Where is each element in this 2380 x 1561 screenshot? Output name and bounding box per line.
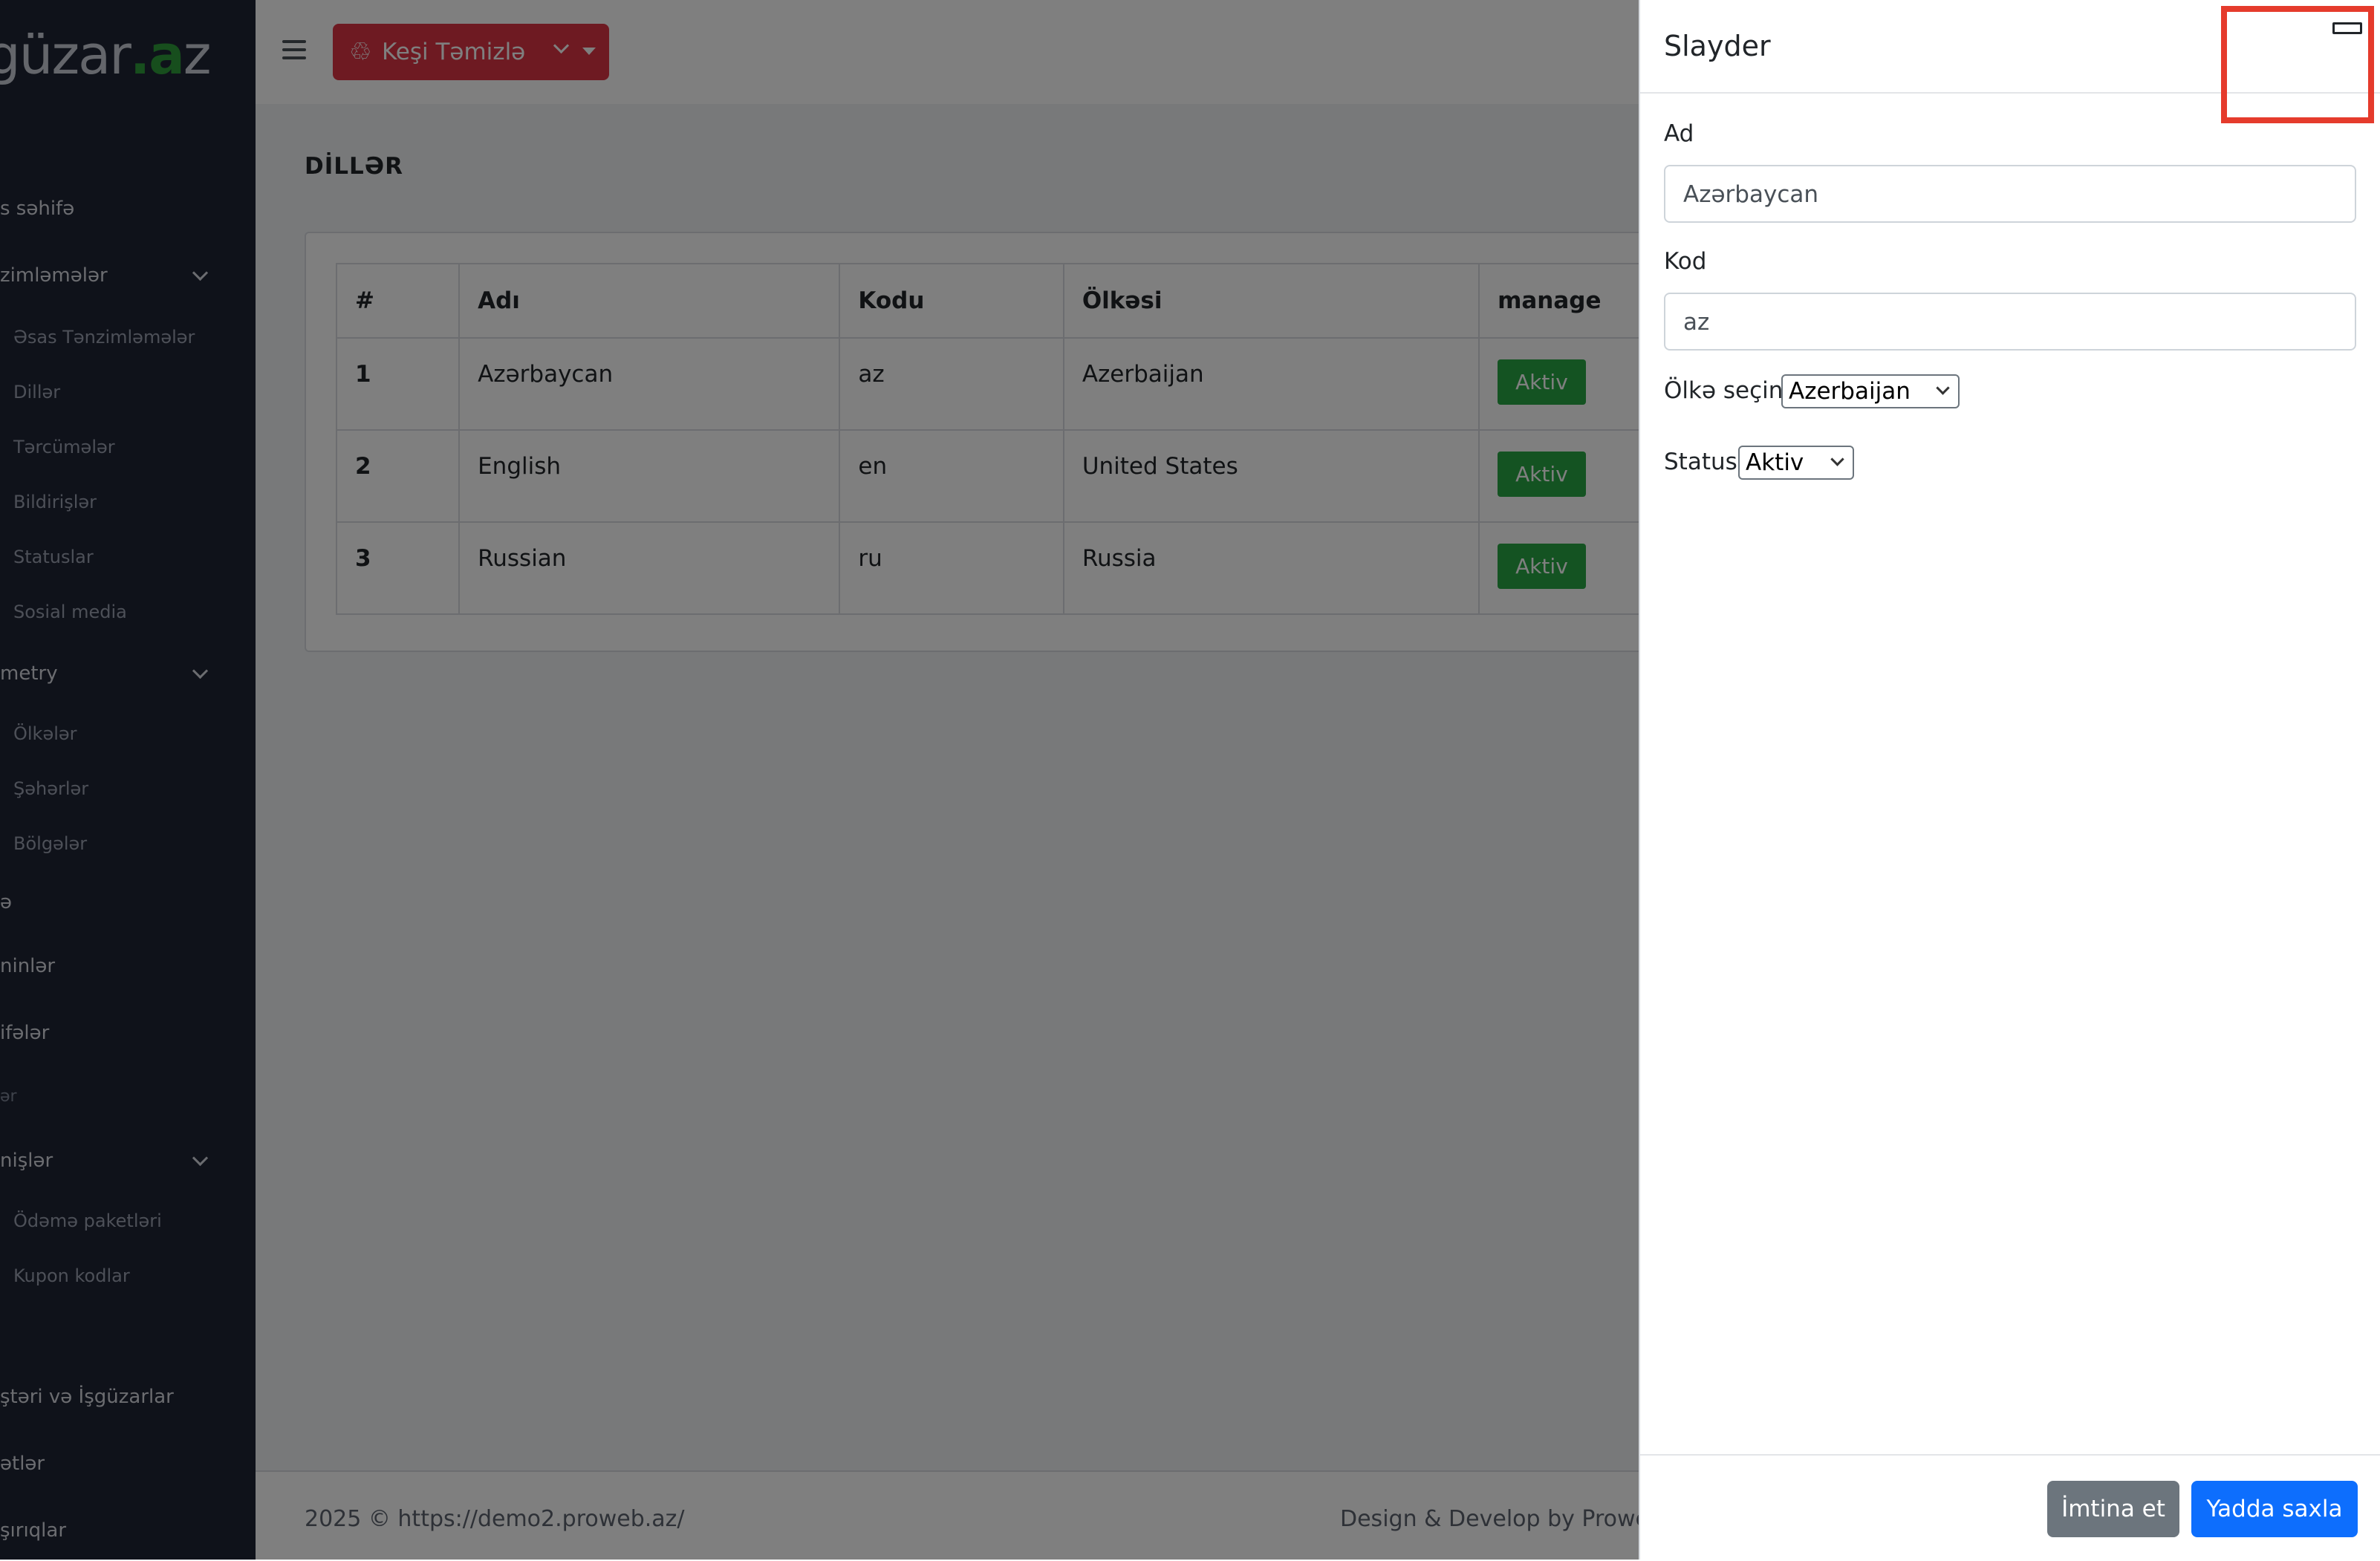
highlight-box [2221,6,2374,123]
status-select[interactable]: Aktiv [1738,446,1854,480]
name-input[interactable]: Azərbaycan [1664,165,2356,223]
chevron-down-icon [1830,452,1844,466]
cancel-button[interactable]: İmtina et [2047,1481,2179,1537]
status-select-value: Aktiv [1746,449,1804,476]
country-label: Ölkə seçin [1664,377,1784,404]
save-button[interactable]: Yadda saxla [2191,1481,2358,1537]
country-select-value: Azerbaijan [1789,378,1911,405]
status-label: Status [1664,449,1737,475]
code-label: Kod [1664,248,1707,275]
code-input[interactable]: az [1664,293,2356,351]
drawer-title: Slayder [1664,30,1771,62]
drawer-footer: İmtina et Yadda saxla [1640,1454,2380,1561]
chevron-down-icon [1936,381,1950,395]
edit-drawer: Slayder Ad Azərbaycan Kod az Ölkə seçin … [1639,0,2380,1560]
name-label: Ad [1664,120,1694,147]
country-select[interactable]: Azerbaijan [1781,374,1960,408]
